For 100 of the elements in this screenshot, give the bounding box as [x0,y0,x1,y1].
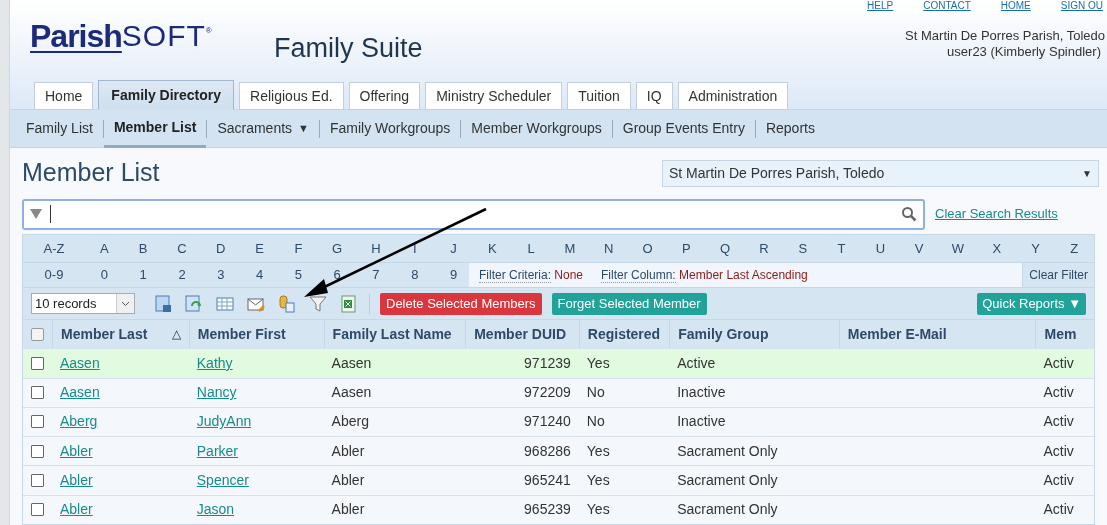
table-cell: Activ [1043,472,1074,489]
table-cell: Yes [586,472,610,489]
row-checkbox[interactable] [31,503,44,517]
digit-filter[interactable]: 5 [279,265,318,285]
subnav-link[interactable]: Family List [16,109,103,148]
letter-filter[interactable]: A-Z [23,238,85,259]
letter-filter[interactable]: Y [1016,238,1055,259]
letter-filter[interactable]: B [123,238,163,259]
parish-select[interactable]: St Martin De Porres Parish, Toledo ▼ [662,159,1099,187]
tab[interactable]: Offering [348,82,421,111]
search-field[interactable] [22,198,925,230]
digit-filter[interactable]: 9 [434,265,473,285]
letter-filter[interactable]: U [860,238,900,259]
funnel-icon[interactable] [308,293,328,314]
table-cell: Active [677,354,716,371]
letter-filter[interactable]: W [938,238,978,259]
row-checkbox[interactable] [31,474,44,488]
delete-button[interactable]: Delete Selected Members [380,292,542,315]
letter-filter[interactable]: K [472,238,512,259]
tab[interactable]: IQ [635,82,673,111]
letter-filter[interactable]: T [822,238,861,259]
header-link[interactable]: HOME [1000,0,1031,12]
letter-filter[interactable]: N [589,238,629,259]
letter-filter[interactable]: D [201,238,241,259]
letter-filter[interactable]: X [977,238,1017,259]
digit-filter[interactable]: 2 [162,265,202,285]
header-link[interactable]: CONTACT [923,0,971,12]
digit-filter[interactable]: 0 [85,265,124,285]
table-cell: Yes [586,354,610,371]
records-select[interactable]: 10 records [31,293,135,315]
letter-filter[interactable]: H [356,238,396,259]
subnav-link[interactable]: Family Workgroups [319,109,461,148]
header-link[interactable]: SIGN OU [1060,0,1103,12]
subnav-link[interactable]: Sacraments ▼ [207,109,319,148]
member-link[interactable]: Nancy [196,384,237,401]
digit-filter[interactable]: 4 [240,265,279,285]
search-icon[interactable] [901,206,917,223]
digit-filter[interactable]: 1 [123,265,163,285]
row-checkbox[interactable] [31,386,44,400]
letter-filter[interactable]: Q [705,238,745,259]
table-cell: Activ [1043,413,1074,430]
letter-filter[interactable]: A [85,238,124,259]
letter-filter[interactable]: R [744,238,784,259]
letter-filter[interactable]: S [783,238,823,259]
digit-filter[interactable]: 3 [201,265,241,285]
select-all-checkbox[interactable] [31,327,44,341]
letter-filter[interactable]: L [511,238,551,259]
subnav-link[interactable]: Group Events Entry [612,109,755,148]
table-cell: 968286 [524,442,571,459]
header-link[interactable]: HELP [867,0,894,12]
clear-filter-button[interactable]: Clear Filter [1022,263,1094,288]
letter-filter[interactable]: M [550,238,590,259]
subnav-link[interactable]: Member Workgroups [461,109,612,148]
member-link[interactable]: Jason [196,501,235,518]
member-link[interactable]: Abler [60,442,93,459]
filter-icon[interactable] [30,209,42,220]
row-checkbox[interactable] [31,415,44,429]
table-cell: 971239 [524,354,571,371]
letter-filter[interactable]: P [666,238,706,259]
table-cell: Activ [1043,384,1074,401]
refresh-icon[interactable] [184,293,204,314]
letter-filter[interactable]: F [279,238,318,259]
member-link[interactable]: Abler [60,472,93,489]
letter-filter[interactable]: E [240,238,279,259]
table-cell: Sacrament Only [677,501,778,518]
member-link[interactable]: Aasen [60,354,100,371]
letter-filter[interactable]: C [162,238,202,259]
digit-filter[interactable]: 7 [356,265,396,285]
digit-filter[interactable]: 6 [317,265,357,285]
letter-filter[interactable]: G [317,238,357,259]
tab[interactable]: Family Directory [98,80,235,111]
letter-filter[interactable]: O [628,238,667,259]
letter-filter[interactable]: I [395,238,435,259]
tab[interactable]: Administration [677,82,789,111]
letter-filter[interactable]: J [434,238,473,259]
table-cell: Yes [586,501,610,518]
tab[interactable]: Tuition [567,82,631,111]
letter-filter[interactable]: Z [1054,238,1094,259]
table-cell: Aberg [331,413,369,430]
subnav-link[interactable]: Reports [755,109,825,148]
row-checkbox[interactable] [31,444,44,458]
member-link[interactable]: Parker [196,442,238,459]
row-checkbox[interactable] [31,356,44,370]
tab[interactable]: Religious Ed. [239,82,344,111]
letter-filter[interactable]: V [899,238,939,259]
member-link[interactable]: Aasen [60,384,100,401]
member-link[interactable]: Kathy [196,354,233,371]
clear-search-link[interactable]: Clear Search Results [935,204,1058,224]
member-link[interactable]: Abler [60,501,93,518]
table-cell: 965239 [524,501,571,518]
tab[interactable]: Ministry Scheduler [425,82,563,111]
spreadsheet-icon[interactable] [339,293,359,314]
member-link[interactable]: Spencer [196,472,249,489]
member-link[interactable]: Aberg [60,413,98,430]
digit-filter[interactable]: 8 [395,265,435,285]
tab[interactable]: Home [34,82,94,111]
export-icon[interactable] [277,293,297,314]
digit-filter[interactable]: 0-9 [23,265,85,285]
member-link[interactable]: JudyAnn [196,413,252,430]
save-icon[interactable] [153,293,173,314]
